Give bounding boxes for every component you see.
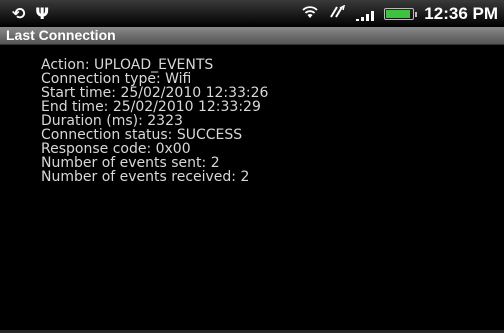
signal-icon [356,7,375,21]
detail-events-received: Number of events received: 2 [41,169,250,185]
sync-icon: ⟲ [12,3,26,23]
status-bar-right: 12:36 PM [302,4,498,24]
detail-connection-status: Connection status: SUCCESS [41,127,243,143]
battery-icon [384,7,418,20]
detail-duration: Duration (ms): 2323 [41,113,183,129]
wifi-icon [302,4,318,23]
data-icon [328,4,346,23]
connection-details: Action: UPLOAD_EVENTS Connection type: W… [41,58,494,184]
status-clock: 12:36 PM [424,3,498,23]
status-bar-left: ⟲ Ψ [12,3,49,23]
status-bar[interactable]: ⟲ Ψ 12:36 PM [0,0,504,27]
detail-start-time: Start time: 25/02/2010 12:33:26 [41,85,269,101]
detail-events-sent: Number of events sent: 2 [41,155,220,171]
page-title: Last Connection [6,27,116,43]
detail-end-time: End time: 25/02/2010 12:33:29 [41,99,261,115]
detail-connection-type: Connection type: Wifi [41,71,192,87]
detail-response-code: Response code: 0x00 [41,141,191,157]
detail-action: Action: UPLOAD_EVENTS [41,57,214,73]
usb-icon: Ψ [35,3,49,23]
title-bar: Last Connection [0,27,504,45]
battery-level [386,9,410,18]
